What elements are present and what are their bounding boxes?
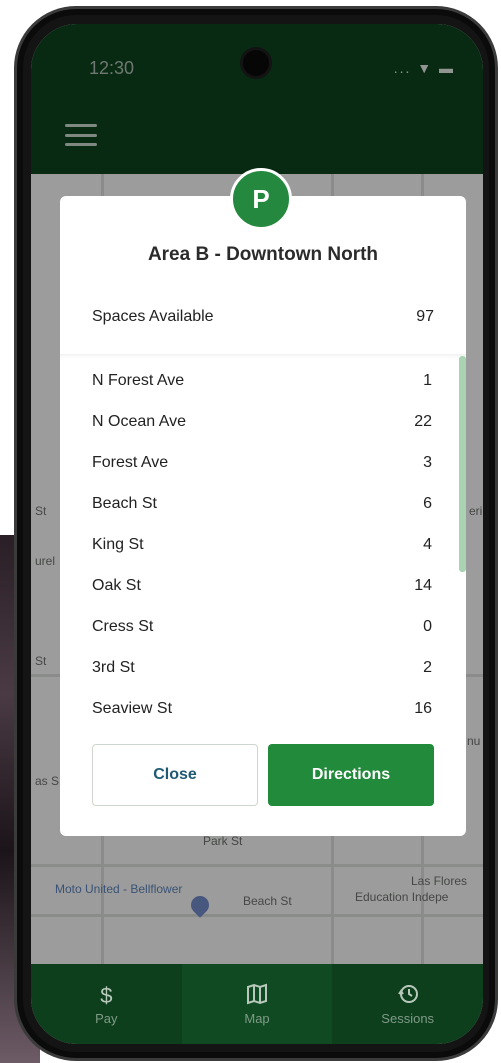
modal-title: Area B - Downtown North <box>147 244 379 265</box>
street-spaces: 4 <box>423 536 432 553</box>
street-name: N Forest Ave <box>92 372 185 389</box>
nav-pay-label: Pay <box>95 1010 118 1026</box>
list-item: 3rd St 2 <box>92 659 432 677</box>
street-list[interactable]: N Forest Ave 1 N Ocean Ave 22 Forest Ave… <box>60 354 466 714</box>
list-scrollbar[interactable] <box>459 356 466 572</box>
list-item: N Forest Ave 1 <box>92 372 432 390</box>
street-spaces: 1 <box>423 372 432 389</box>
close-button[interactable]: Close <box>92 744 258 806</box>
map-icon <box>246 983 268 1007</box>
street-spaces: 2 <box>423 659 432 676</box>
parking-p-icon: P <box>230 168 292 230</box>
history-icon <box>397 983 419 1007</box>
list-item: Beach St 6 <box>92 495 432 513</box>
summary-label: Spaces Available <box>92 308 214 325</box>
bottom-navigation: $ Pay Map Sessions <box>31 964 483 1044</box>
list-item: Oak St 14 <box>92 577 432 595</box>
list-item: N Ocean Ave 22 <box>92 413 432 431</box>
street-spaces: 14 <box>414 577 432 594</box>
street-spaces: 16 <box>414 700 432 714</box>
parking-area-modal: P Area B - Downtown North Spaces Availab… <box>60 168 466 836</box>
street-name: King St <box>92 536 144 553</box>
street-name: Forest Ave <box>92 454 169 471</box>
street-spaces: 22 <box>414 413 432 430</box>
street-name: Oak St <box>92 577 141 594</box>
list-item: King St 4 <box>92 536 432 554</box>
street-name: Beach St <box>92 495 157 512</box>
street-name: N Ocean Ave <box>92 413 186 430</box>
nav-pay[interactable]: $ Pay <box>31 964 182 1044</box>
street-spaces: 3 <box>423 454 432 471</box>
nav-sessions[interactable]: Sessions <box>332 964 483 1044</box>
street-name: 3rd St <box>92 659 135 676</box>
nav-sessions-label: Sessions <box>381 1010 435 1026</box>
app-screen: 12:30 ... ▼ ▬ Park St Moto United - Bell… <box>31 24 483 1044</box>
list-item: Seaview St 16 <box>92 700 432 714</box>
nav-map-label: Map <box>244 1010 270 1026</box>
street-spaces: 6 <box>423 495 432 512</box>
street-spaces: 0 <box>423 618 432 635</box>
dollar-icon: $ <box>100 982 113 1008</box>
street-name: Seaview St <box>92 700 173 714</box>
directions-button[interactable]: Directions <box>268 744 434 806</box>
nav-map[interactable]: Map <box>181 964 333 1044</box>
list-item: Cress St 0 <box>92 618 432 636</box>
list-item: Forest Ave 3 <box>92 454 432 472</box>
summary-value: 97 <box>416 308 434 325</box>
street-name: Cress St <box>92 618 154 635</box>
spaces-available-summary: Spaces Available 97 <box>92 308 434 326</box>
